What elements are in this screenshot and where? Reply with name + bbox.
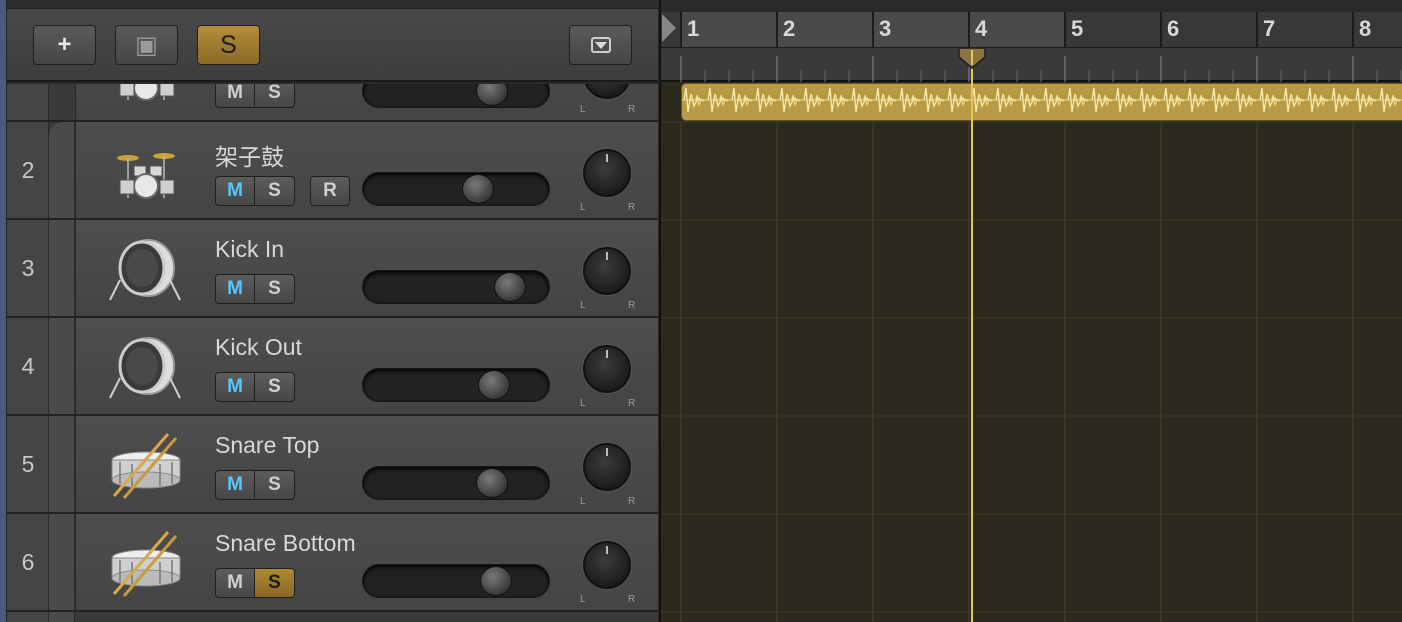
track-name[interactable]: Kick Out (215, 334, 302, 361)
track-header[interactable]: Kick In M S L R (75, 220, 658, 316)
arrange-area[interactable]: 12345678 (659, 0, 1402, 622)
global-solo-button[interactable]: S (197, 25, 260, 65)
track-name[interactable]: Kick In (215, 236, 284, 263)
track-number: 2 (21, 156, 35, 183)
mute-button[interactable]: M (215, 372, 255, 402)
pan-dial-icon (583, 84, 631, 99)
solo-button[interactable]: S (255, 372, 295, 402)
drum-kit-icon[interactable] (106, 136, 186, 206)
solo-button[interactable]: S (255, 176, 295, 206)
track-number: 4 (21, 352, 35, 379)
fader-knob[interactable] (478, 370, 510, 400)
track-list: M S L R 2 架子鼓 M S R L R 3 Kick In M S L R 4 Kick Out M S L R 5 S… (7, 84, 658, 622)
pan-dial-icon (583, 345, 631, 393)
pan-right-label: R (628, 104, 636, 115)
add-track-button[interactable]: + (33, 25, 96, 65)
pan-knob[interactable]: LR (576, 338, 638, 409)
kick-drum-icon[interactable] (106, 332, 186, 402)
track-header[interactable]: 架子鼓 M S R L R (75, 122, 658, 218)
pan-knob[interactable]: LR (576, 534, 638, 605)
track-name[interactable]: Snare Top (215, 432, 319, 459)
track-row[interactable]: 4 Kick Out M S L R (7, 318, 658, 416)
track-number: 6 (21, 548, 35, 575)
fader-knob[interactable] (462, 174, 494, 204)
track-number: 3 (21, 254, 35, 281)
mute-button[interactable]: M (215, 568, 255, 598)
solo-button[interactable]: S (255, 84, 295, 108)
snare-drum-icon[interactable] (106, 528, 186, 598)
track-folder-button[interactable]: ▣ (115, 25, 178, 65)
add-icon: + (57, 31, 72, 58)
track-row[interactable]: MSLR (7, 84, 658, 122)
solo-button[interactable]: S (255, 470, 295, 500)
drum-kit-icon[interactable] (106, 84, 186, 108)
track-row[interactable]: 3 Kick In M S L R (7, 220, 658, 318)
pan-left-label: L (580, 496, 586, 507)
volume-fader[interactable] (362, 172, 550, 206)
kick-drum-icon[interactable] (106, 234, 186, 304)
pan-left-label: L (580, 104, 586, 115)
pan-knob[interactable]: LR (576, 84, 638, 115)
pan-right-label: R (628, 594, 636, 605)
mute-button[interactable]: M (215, 470, 255, 500)
track-header[interactable]: MSLR (75, 84, 658, 120)
fader-knob[interactable] (476, 468, 508, 498)
pan-knob[interactable]: LR (576, 240, 638, 311)
pan-dial-icon (583, 149, 631, 197)
dropdown-menu-icon (590, 37, 611, 53)
snare-drum-icon[interactable] (106, 430, 186, 500)
track-number (7, 84, 49, 120)
track-menu-button[interactable] (569, 25, 632, 65)
solo-label: S (220, 30, 237, 59)
folder-icon: ▣ (135, 31, 158, 59)
track-header[interactable]: Kick Out M S L R (75, 318, 658, 414)
track-row[interactable]: 6 Snare Bottom M S L R (7, 514, 658, 612)
fader-knob[interactable] (494, 272, 526, 302)
playhead-handle-icon[interactable] (958, 47, 986, 69)
track-row[interactable]: 5 Snare Top M S L R (7, 416, 658, 514)
fader-knob[interactable] (480, 566, 512, 596)
region-waveform (682, 87, 1402, 113)
track-header[interactable]: Snare Top M S L R (75, 416, 658, 512)
pan-knob[interactable]: LR (576, 142, 638, 213)
volume-fader[interactable] (362, 564, 550, 598)
mute-button[interactable]: M (215, 176, 255, 206)
volume-fader[interactable] (362, 466, 550, 500)
track-header[interactable]: Snare Bottom M S L R (75, 514, 658, 610)
track-header-toolbar: + ▣ S (7, 0, 658, 82)
pan-right-label: R (628, 300, 636, 311)
record-enable-button[interactable]: R (310, 176, 350, 206)
window-edge (0, 0, 7, 622)
pan-right-label: R (628, 202, 636, 213)
track-name[interactable]: 架子鼓 (215, 138, 284, 172)
track-name[interactable]: Snare Bottom (215, 530, 356, 557)
pan-right-label: R (628, 496, 636, 507)
pan-right-label: R (628, 398, 636, 409)
mute-button[interactable]: M (215, 274, 255, 304)
pan-left-label: L (580, 398, 586, 409)
pan-knob[interactable]: LR (576, 436, 638, 507)
solo-button[interactable]: S (255, 568, 295, 598)
track-row[interactable]: 2 架子鼓 M S R L R (7, 122, 658, 220)
track-number: 5 (21, 450, 35, 477)
mute-button[interactable]: M (215, 84, 255, 108)
pan-dial-icon (583, 443, 631, 491)
volume-fader[interactable] (362, 368, 550, 402)
volume-fader[interactable] (362, 84, 550, 108)
toolbar-top-strip (7, 0, 658, 9)
audio-region[interactable] (681, 83, 1402, 121)
solo-button[interactable]: S (255, 274, 295, 304)
pan-dial-icon (583, 247, 631, 295)
pan-left-label: L (580, 202, 586, 213)
volume-fader[interactable] (362, 270, 550, 304)
fader-knob[interactable] (476, 84, 508, 106)
pan-dial-icon (583, 541, 631, 589)
playhead[interactable] (971, 48, 973, 622)
pan-left-label: L (580, 300, 586, 311)
pan-left-label: L (580, 594, 586, 605)
